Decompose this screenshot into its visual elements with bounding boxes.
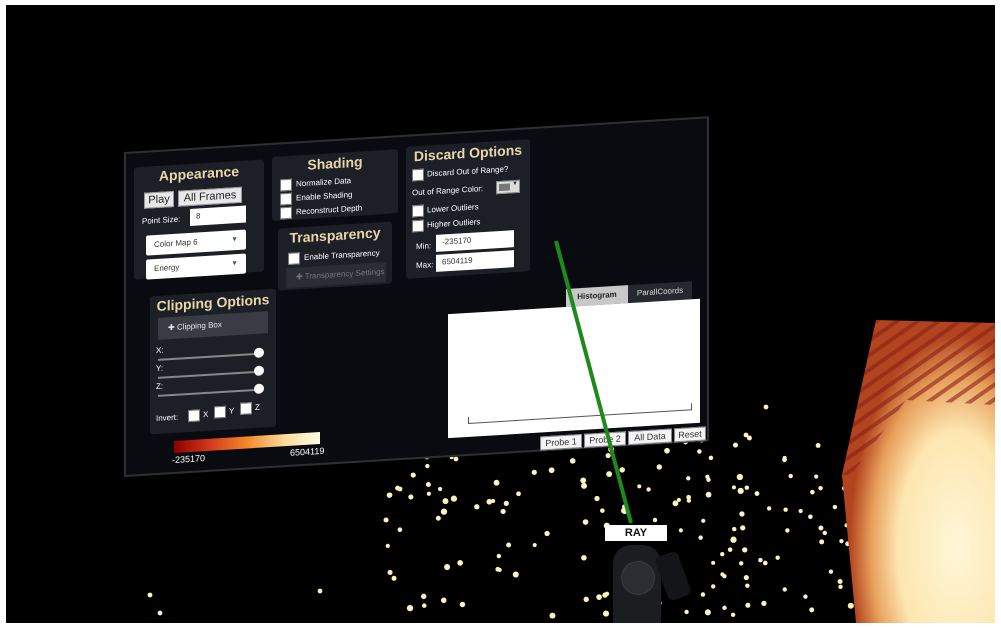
ray-tag: RAY: [605, 525, 667, 541]
vr-controller[interactable]: RAY: [601, 525, 693, 623]
trackpad-icon: [621, 561, 655, 595]
vr-scene: Appearance Play All Frames Point Size: 8…: [6, 5, 995, 623]
laser-ray: [554, 240, 633, 524]
ray-beam: [554, 240, 633, 524]
ray-label: RAY: [624, 527, 648, 539]
